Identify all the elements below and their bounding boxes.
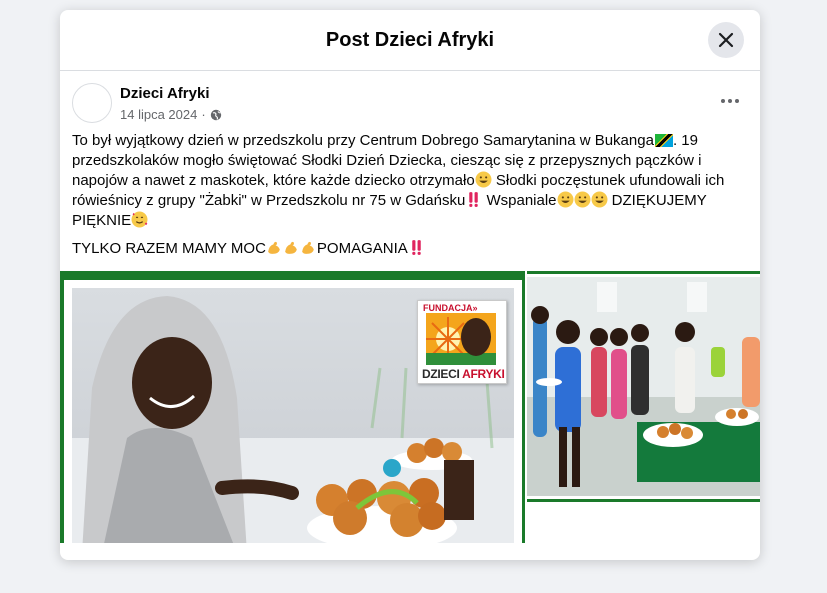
post-paragraph-1: To był wyjątkowy dzień w przedszkolu prz… (72, 132, 725, 229)
flexed-biceps-icon (285, 241, 297, 254)
dzieci-afryki-logo: FUNDACJA» DZIECI AFRYKI (417, 300, 507, 384)
meta-separator: · (201, 107, 206, 122)
post-modal: Post Dzieci Afryki Dzieci Afryki 14 lipc… (60, 10, 760, 560)
modal-title: Post Dzieci Afryki (325, 28, 495, 51)
globe-icon (210, 109, 221, 120)
more-options-icon (721, 99, 725, 103)
logo-art-icon (426, 313, 496, 365)
post-text: To był wyjątkowy dzień w przedszkolu prz… (60, 129, 760, 259)
photo-nun-with-donuts: FUNDACJA» DZIECI AFRYKI (72, 288, 514, 543)
double-exclamation-icon (412, 240, 421, 255)
post-meta: 14 lipca 2024 · (120, 107, 222, 122)
post-date[interactable]: 14 lipca 2024 (120, 107, 197, 122)
smiling-face-with-hearts-icon (131, 211, 148, 228)
post-image-secondary[interactable] (527, 271, 760, 543)
grinning-face-icon (557, 191, 573, 208)
post-header: Dzieci Afryki 14 lipca 2024 · (60, 71, 760, 129)
post-image-main[interactable]: FUNDACJA» DZIECI AFRYKI (60, 271, 525, 543)
author-name[interactable]: Dzieci Afryki (120, 85, 209, 102)
tanzania-flag-emoji (654, 134, 673, 147)
post-paragraph-2: TYLKO RAZEM MAMY MOC POMAGANIA (72, 239, 748, 259)
modal-header: Post Dzieci Afryki (60, 10, 760, 71)
more-options-button[interactable] (716, 91, 744, 111)
grinning-face-icon (574, 191, 590, 208)
grinning-face-icon (591, 191, 607, 208)
grinning-face-icon (475, 171, 492, 188)
flexed-biceps-icon (302, 241, 314, 254)
close-button[interactable] (708, 22, 744, 58)
photo-illustration (527, 277, 760, 496)
avatar[interactable] (72, 83, 112, 123)
photo-children-with-plates (527, 277, 760, 496)
close-icon (718, 32, 734, 48)
double-exclamation-icon (469, 192, 479, 207)
post-images: FUNDACJA» DZIECI AFRYKI (60, 271, 760, 543)
flexed-biceps-icon (268, 241, 280, 254)
